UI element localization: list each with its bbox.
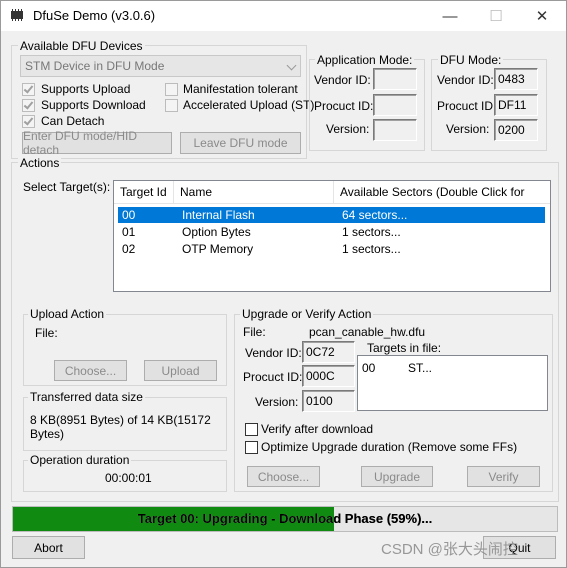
targets-list-header: Target Id Name Available Sectors (Double… <box>114 181 550 221</box>
target-sectors: 1 sectors... <box>342 225 401 239</box>
minimize-button[interactable]: — <box>427 1 473 31</box>
col-target-id[interactable]: Target Id <box>114 181 174 203</box>
maximize-button[interactable]: ☐ <box>473 1 519 31</box>
target-row[interactable]: 00 Internal Flash 64 sectors... <box>118 207 545 223</box>
manifestation-tolerant-checkbox[interactable] <box>165 83 178 96</box>
operation-duration-title: Operation duration <box>28 453 132 467</box>
progress-text: Target 00: Upgrading - Download Phase (5… <box>13 507 557 531</box>
minimize-icon: — <box>442 7 458 25</box>
can-detach-label: Can Detach <box>41 114 105 128</box>
can-detach-checkbox[interactable] <box>22 115 35 128</box>
upgrade-choose-button[interactable]: Choose... <box>247 466 320 487</box>
upgrade-verify-title: Upgrade or Verify Action <box>240 307 374 321</box>
col-name[interactable]: Name <box>174 181 334 203</box>
upload-button[interactable]: Upload <box>144 360 217 381</box>
target-name: Internal Flash <box>182 208 255 222</box>
upgrade-button[interactable]: Upgrade <box>361 466 433 487</box>
app-vendor-id-label: Vendor ID: <box>314 73 371 87</box>
app-version-label: Version: <box>326 122 370 136</box>
upgrade-version-field: 0100 <box>302 390 355 412</box>
target-row[interactable]: 01 Option Bytes 1 sectors... <box>118 224 545 240</box>
target-name: OTP Memory <box>182 242 254 256</box>
transferred-data-title: Transferred data size <box>28 390 145 404</box>
upgrade-file-value: pcan_canable_hw.dfu <box>309 325 426 339</box>
progress-bar: Target 00: Upgrading - Download Phase (5… <box>12 506 558 532</box>
leave-dfu-mode-button[interactable]: Leave DFU mode <box>180 132 301 154</box>
app-vendor-id-field <box>373 68 417 90</box>
upgrade-vendor-id-field: 0C72 <box>302 341 355 363</box>
target-id: 01 <box>122 225 136 239</box>
transferred-data-value: 8 KB(8951 Bytes) of 14 KB(15172 Bytes) <box>30 413 211 441</box>
verify-after-download-label: Verify after download <box>261 422 374 436</box>
dfu-vendor-id-field: 0483 <box>494 68 538 90</box>
maximize-icon: ☐ <box>489 8 503 25</box>
close-icon: ✕ <box>535 8 549 25</box>
supports-upload-label: Supports Upload <box>41 82 131 96</box>
target-sectors: 64 sectors... <box>342 208 408 222</box>
verify-button[interactable]: Verify <box>467 466 540 487</box>
file-target-name: ST... <box>408 361 433 375</box>
targets-listview[interactable]: Target Id Name Available Sectors (Double… <box>113 180 551 292</box>
upgrade-version-label: Version: <box>255 395 299 409</box>
select-targets-label: Select Target(s): <box>23 180 111 194</box>
application-mode-title: Application Mode: <box>315 53 415 67</box>
upload-action-title: Upload Action <box>28 307 107 321</box>
upgrade-vendor-id-label: Vendor ID: <box>245 346 302 360</box>
device-dropdown[interactable]: STM Device in DFU Mode <box>20 55 301 77</box>
supports-upload-checkbox[interactable] <box>22 83 35 96</box>
abort-button[interactable]: Abort <box>12 536 85 559</box>
upgrade-product-id-field: 000C <box>302 365 355 387</box>
accelerated-upload-checkbox[interactable] <box>165 99 178 112</box>
target-row[interactable]: 02 OTP Memory 1 sectors... <box>118 241 545 257</box>
csdn-watermark: CSDN @张大头闹控 <box>381 541 518 558</box>
optimize-upgrade-checkbox[interactable] <box>245 441 258 454</box>
dfu-version-label: Version: <box>446 122 490 136</box>
operation-duration-value: 00:00:01 <box>105 471 152 485</box>
window-title: DfuSe Demo (v3.0.6) <box>33 8 156 23</box>
target-id: 02 <box>122 242 136 256</box>
target-sectors: 1 sectors... <box>342 242 401 256</box>
target-id: 00 <box>122 208 136 222</box>
app-chip-icon <box>11 9 23 21</box>
targets-in-file-label: Targets in file: <box>367 341 442 355</box>
chevron-down-icon <box>286 60 297 71</box>
app-product-id-field <box>373 94 417 116</box>
upgrade-file-label: File: <box>243 325 266 339</box>
file-target-id: 00 <box>362 361 376 375</box>
enter-dfu-mode-button[interactable]: Enter DFU mode/HID detach <box>22 129 172 157</box>
upload-choose-button[interactable]: Choose... <box>54 360 127 381</box>
dfu-vendor-id-label: Vendor ID: <box>437 73 494 87</box>
actions-title: Actions <box>18 156 62 170</box>
app-product-id-label: Procuct ID: <box>314 99 374 113</box>
optimize-upgrade-label: Optimize Upgrade duration (Remove some F… <box>261 440 518 454</box>
upgrade-product-id-label: Procuct ID: <box>243 370 303 384</box>
available-dfu-devices-title: Available DFU Devices <box>18 39 145 53</box>
app-version-field <box>373 119 417 141</box>
upload-file-label: File: <box>35 326 58 340</box>
device-dropdown-value: STM Device in DFU Mode <box>25 59 165 73</box>
targets-in-file-list[interactable]: 00 ST... <box>357 355 548 411</box>
verify-after-download-checkbox[interactable] <box>245 423 258 436</box>
close-button[interactable]: ✕ <box>519 1 565 31</box>
dfu-product-id-field: DF11 <box>494 94 538 116</box>
col-available-sectors[interactable]: Available Sectors (Double Click for more… <box>334 181 550 221</box>
dfu-version-field: 0200 <box>494 119 538 141</box>
title-bar: DfuSe Demo (v3.0.6) — ☐ ✕ <box>1 1 566 31</box>
dfuse-window: DfuSe Demo (v3.0.6) — ☐ ✕ Available DFU … <box>0 0 567 568</box>
manifestation-tolerant-label: Manifestation tolerant <box>183 82 298 96</box>
supports-download-label: Supports Download <box>41 98 146 112</box>
dfu-mode-title: DFU Mode: <box>438 53 504 67</box>
accelerated-upload-label: Accelerated Upload (ST) <box>183 98 315 112</box>
supports-download-checkbox[interactable] <box>22 99 35 112</box>
target-name: Option Bytes <box>182 225 251 239</box>
dfu-product-id-label: Procuct ID: <box>437 99 497 113</box>
